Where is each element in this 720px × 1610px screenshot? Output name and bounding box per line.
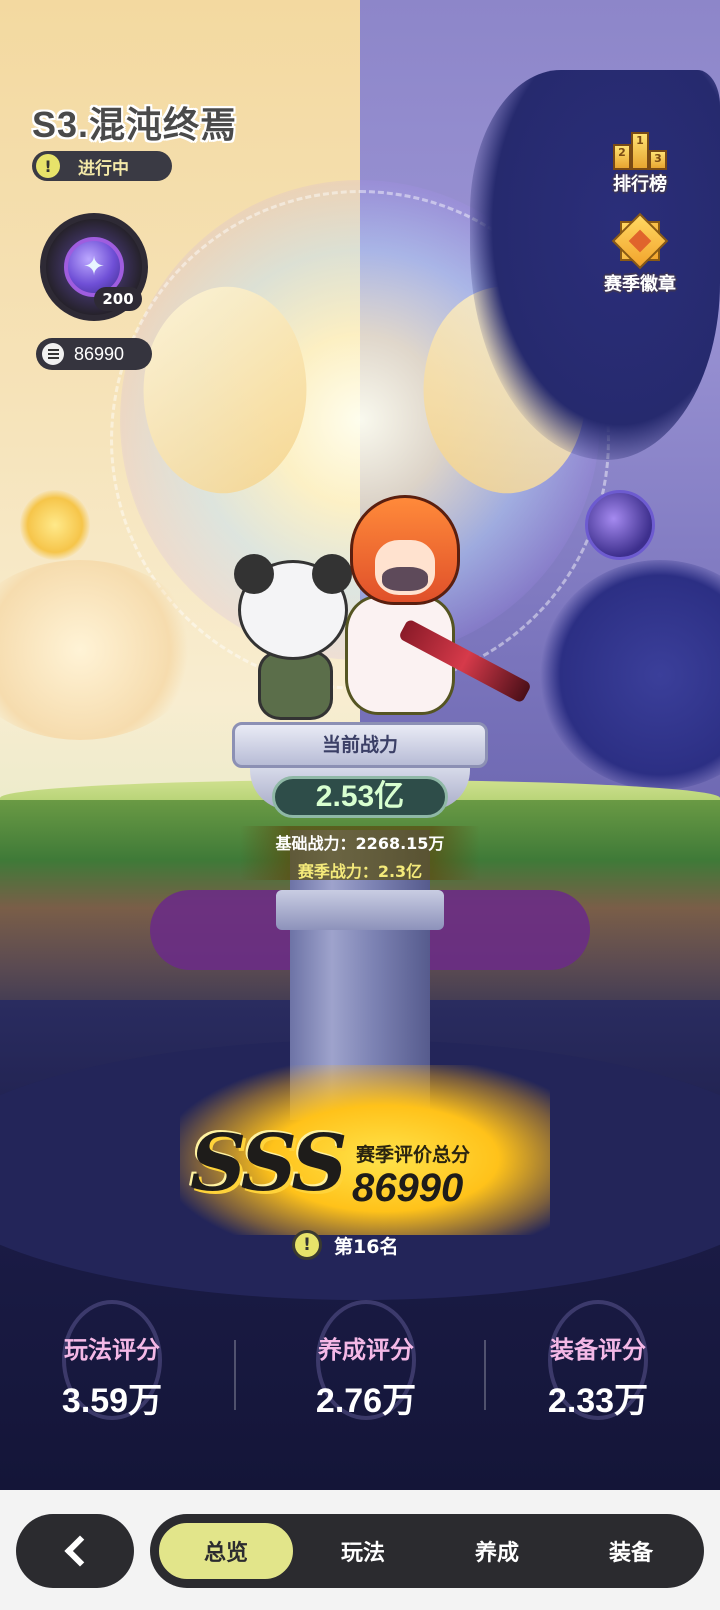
score-value: 2.76万 [315, 1382, 417, 1420]
back-button[interactable] [16, 1514, 134, 1588]
list-icon [42, 343, 64, 365]
current-power-label: 当前战力 [321, 734, 398, 756]
season-score-value: 86990 [352, 1166, 464, 1210]
tab-equipment[interactable]: 装备 [564, 1520, 698, 1582]
status-text: 进行中 [78, 158, 129, 179]
score-title: 装备评分 [550, 1336, 646, 1364]
star-icon: ✦ [83, 252, 105, 282]
current-power-value: 2.53亿 [272, 776, 448, 818]
tab-bar: 总览 玩法 养成 装备 [150, 1514, 704, 1588]
score-value: 3.59万 [61, 1382, 163, 1420]
status-badge[interactable]: ! 进行中 [32, 151, 172, 181]
score-value: 2.33万 [547, 1382, 649, 1420]
tab-gameplay[interactable]: 玩法 [296, 1520, 430, 1582]
medal-count: 200 [94, 287, 142, 311]
chevron-left-icon [64, 1535, 96, 1567]
score-title: 养成评分 [318, 1336, 414, 1364]
exclamation-icon: ! [36, 154, 60, 178]
moon-icon [585, 490, 655, 560]
tab-growth[interactable]: 养成 [430, 1520, 564, 1582]
season-score-label: 赛季评价总分 [356, 1144, 471, 1166]
score-title: 玩法评分 [64, 1336, 160, 1364]
grade-text: SSS [190, 1118, 348, 1209]
growth-score: 养成评分 2.76万 [266, 1300, 466, 1422]
panda-body [258, 650, 333, 720]
rank-text: 第16名 [334, 1235, 399, 1258]
rank-info[interactable]: ! 第16名 [292, 1228, 432, 1262]
pillar-ring [276, 890, 444, 930]
season-title: S3.混沌终焉 [32, 104, 238, 145]
fox-girl-character [330, 485, 480, 725]
ranking-button[interactable]: 2 1 3 排行榜 [590, 118, 690, 196]
badge-icon [611, 212, 669, 270]
ranking-label: 排行榜 [613, 174, 667, 195]
divider [234, 1340, 236, 1410]
sun-icon [20, 490, 90, 560]
panda-ear [234, 554, 274, 594]
power-detail: 基础战力：2268.15万 赛季战力：2.3亿 [240, 826, 480, 881]
points-value: 86990 [74, 343, 125, 364]
girl-mask [382, 567, 428, 591]
season-power: 赛季战力：2.3亿 [297, 862, 423, 881]
points-display: 86990 [36, 338, 152, 370]
gameplay-score: 玩法评分 3.59万 [12, 1300, 212, 1422]
season-medal[interactable]: ✦ 200 [40, 213, 148, 321]
exclamation-icon: ! [292, 1230, 322, 1260]
podium-icon: 2 1 3 [611, 118, 669, 170]
base-power: 基础战力：2268.15万 [275, 834, 445, 853]
season-badge-label: 赛季徽章 [604, 274, 676, 295]
equipment-score: 装备评分 2.33万 [498, 1300, 698, 1422]
tab-overview[interactable]: 总览 [156, 1520, 296, 1582]
divider [484, 1340, 486, 1410]
season-badge-button[interactable]: 赛季徽章 [590, 212, 690, 296]
